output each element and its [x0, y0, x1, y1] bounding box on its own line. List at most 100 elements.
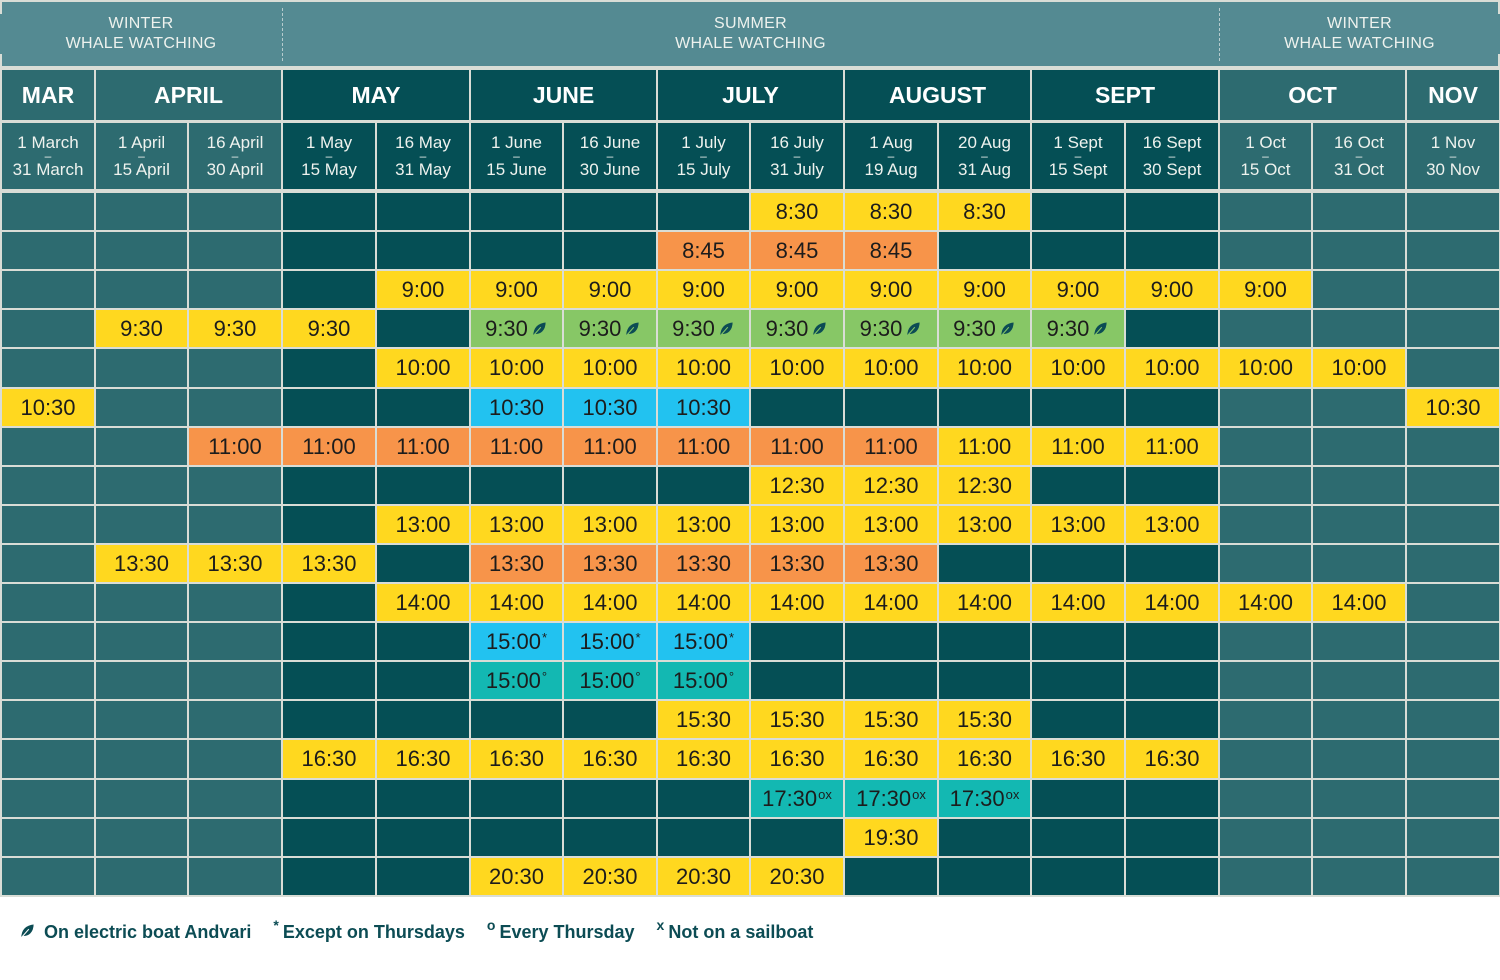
time-label: 14:00	[1331, 589, 1387, 615]
empty-slot	[189, 740, 281, 778]
time-label: 10:00	[582, 355, 638, 380]
empty-slot	[658, 193, 749, 230]
time-label: 9:00	[1244, 276, 1287, 302]
time-slot: 13:30	[96, 545, 187, 582]
time-slot: 19:30	[845, 819, 937, 856]
month-header-july: JULY	[658, 70, 843, 120]
time-slot: 15:30	[751, 701, 843, 738]
time-slot: 8:45	[751, 232, 843, 269]
circle-mark: o	[486, 916, 496, 933]
time-label: 15:00	[672, 628, 728, 654]
period-end: 31 May	[395, 160, 451, 179]
time-slot: 15:00 *	[471, 623, 562, 660]
empty-slot	[1220, 389, 1311, 426]
footnote-mark: °	[541, 669, 548, 684]
time-slot: 17:30 ox	[845, 780, 937, 817]
leaf-icon	[625, 320, 641, 338]
time-slot: 9:30	[96, 310, 187, 347]
empty-slot	[471, 467, 562, 504]
empty-slot	[1407, 232, 1499, 269]
time-slot: 9:30	[283, 310, 375, 347]
time-slot: 10:00	[845, 349, 937, 387]
empty-slot	[1407, 623, 1499, 660]
empty-slot	[189, 271, 281, 308]
time-label: 9:00	[588, 276, 632, 302]
empty-slot	[1313, 467, 1405, 504]
empty-slot	[189, 389, 281, 426]
time-label: 9:30	[578, 315, 622, 341]
time-label: 9:30	[485, 315, 528, 341]
empty-slot	[1220, 858, 1311, 895]
empty-slot	[283, 349, 375, 387]
time-slot: 11:00	[751, 428, 843, 465]
empty-slot	[2, 349, 94, 387]
time-label: 13:30	[301, 550, 357, 576]
x-mark: x	[656, 916, 665, 933]
footnote-mark: °	[728, 669, 735, 684]
time-label: 9:30	[859, 315, 903, 341]
time-slot: 11:00	[1032, 428, 1124, 465]
empty-slot	[377, 623, 469, 660]
season-line-2: WHALE WATCHING	[1284, 35, 1435, 52]
period-header: 1 April –15 April	[96, 123, 187, 189]
time-slot: 9:00	[1126, 271, 1218, 308]
empty-slot	[377, 467, 469, 504]
time-slot: 10:00	[1126, 349, 1218, 387]
time-label: 13:30	[488, 550, 545, 576]
time-label: 16:30	[1144, 746, 1200, 771]
month-label: JUNE	[532, 81, 595, 108]
time-slot: 20:30	[751, 858, 843, 895]
empty-slot	[377, 780, 469, 817]
time-label: 11:00	[864, 433, 918, 459]
month-header-june: JUNE	[471, 70, 656, 120]
period-header: 16 July –31 July	[751, 123, 843, 189]
time-label: 10:00	[863, 355, 919, 380]
period-header: 1 June –15 June	[471, 123, 562, 189]
time-label: 14:00	[582, 589, 638, 615]
empty-slot	[189, 584, 281, 621]
month-label: JULY	[722, 81, 779, 108]
empty-slot	[1407, 310, 1499, 347]
time-slot: 14:00	[1313, 584, 1405, 621]
period-end: 15 June	[486, 160, 547, 179]
empty-slot	[377, 819, 469, 856]
empty-slot	[1407, 740, 1499, 778]
empty-slot	[471, 701, 562, 738]
empty-slot	[2, 584, 94, 621]
empty-slot	[2, 819, 94, 856]
time-slot: 15:00 *	[564, 623, 656, 660]
time-label: 13:30	[582, 550, 638, 576]
empty-slot	[1220, 193, 1311, 230]
empty-slot	[1313, 623, 1405, 660]
time-slot: 15:30	[939, 701, 1030, 738]
season-line-1: WINTER	[108, 15, 174, 32]
empty-slot	[189, 467, 281, 504]
legend-item-not-sailboat: x Not on a sailboat	[656, 916, 814, 943]
time-slot: 16:30	[377, 740, 469, 778]
empty-slot	[1220, 819, 1311, 856]
time-label: 13:00	[395, 511, 451, 537]
month-header-august: AUGUST	[845, 70, 1030, 120]
time-slot: 9:30	[1032, 310, 1124, 347]
time-slot: 10:00	[1313, 349, 1405, 387]
time-slot: 9:30	[751, 310, 843, 347]
legend-item-every-thursday: o Every Thursday	[486, 916, 635, 943]
period-header: 1 Sept –15 Sept	[1032, 123, 1124, 189]
time-slot: 16:30	[1126, 740, 1218, 778]
time-label: 15:00	[579, 628, 635, 654]
time-label: 16:30	[956, 746, 1013, 771]
time-label: 9:30	[213, 315, 257, 341]
time-label: 15:30	[863, 706, 919, 732]
empty-slot	[96, 623, 187, 660]
season-divider	[282, 8, 283, 61]
time-slot: 9:30	[845, 310, 937, 347]
period-end: 31 Oct	[1333, 160, 1385, 179]
empty-slot	[1407, 467, 1499, 504]
time-label: 16:30	[675, 746, 732, 771]
time-label: 11:00	[676, 433, 731, 459]
empty-slot	[939, 545, 1030, 582]
time-slot: 14:00	[845, 584, 937, 621]
time-label: 10:30	[1425, 394, 1481, 420]
empty-slot	[189, 506, 281, 543]
time-label: 9:30	[953, 315, 996, 341]
